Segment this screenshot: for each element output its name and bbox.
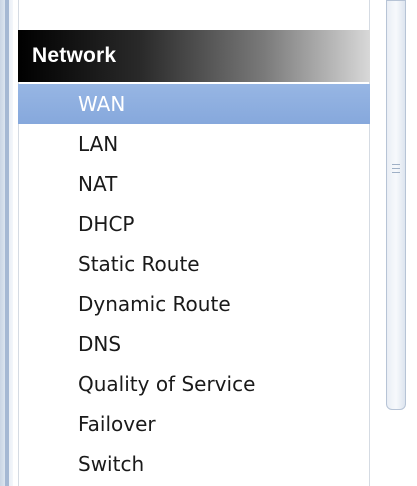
menu-item-static-route[interactable]: Static Route bbox=[18, 244, 370, 284]
network-menu-window: Network WAN LAN NAT DHCP Static Route Dy… bbox=[0, 0, 417, 486]
section-header-network[interactable]: Network bbox=[18, 30, 370, 82]
menu-item-switch[interactable]: Switch bbox=[18, 444, 370, 484]
menu-list: WAN LAN NAT DHCP Static Route Dynamic Ro… bbox=[18, 84, 370, 484]
menu-item-dynamic-route[interactable]: Dynamic Route bbox=[18, 284, 370, 324]
scrollbar-thumb[interactable] bbox=[386, 0, 406, 410]
left-border-line bbox=[5, 0, 9, 486]
scrollbar-grip-icon bbox=[392, 164, 400, 178]
menu-item-dhcp[interactable]: DHCP bbox=[18, 204, 370, 244]
menu-item-dns[interactable]: DNS bbox=[18, 324, 370, 364]
menu-item-lan[interactable]: LAN bbox=[18, 124, 370, 164]
menu-item-wan[interactable]: WAN bbox=[18, 84, 370, 124]
menu-item-nat[interactable]: NAT bbox=[18, 164, 370, 204]
menu-item-failover[interactable]: Failover bbox=[18, 404, 370, 444]
menu-item-quality-of-service[interactable]: Quality of Service bbox=[18, 364, 370, 404]
section-header-label: Network bbox=[32, 44, 117, 67]
